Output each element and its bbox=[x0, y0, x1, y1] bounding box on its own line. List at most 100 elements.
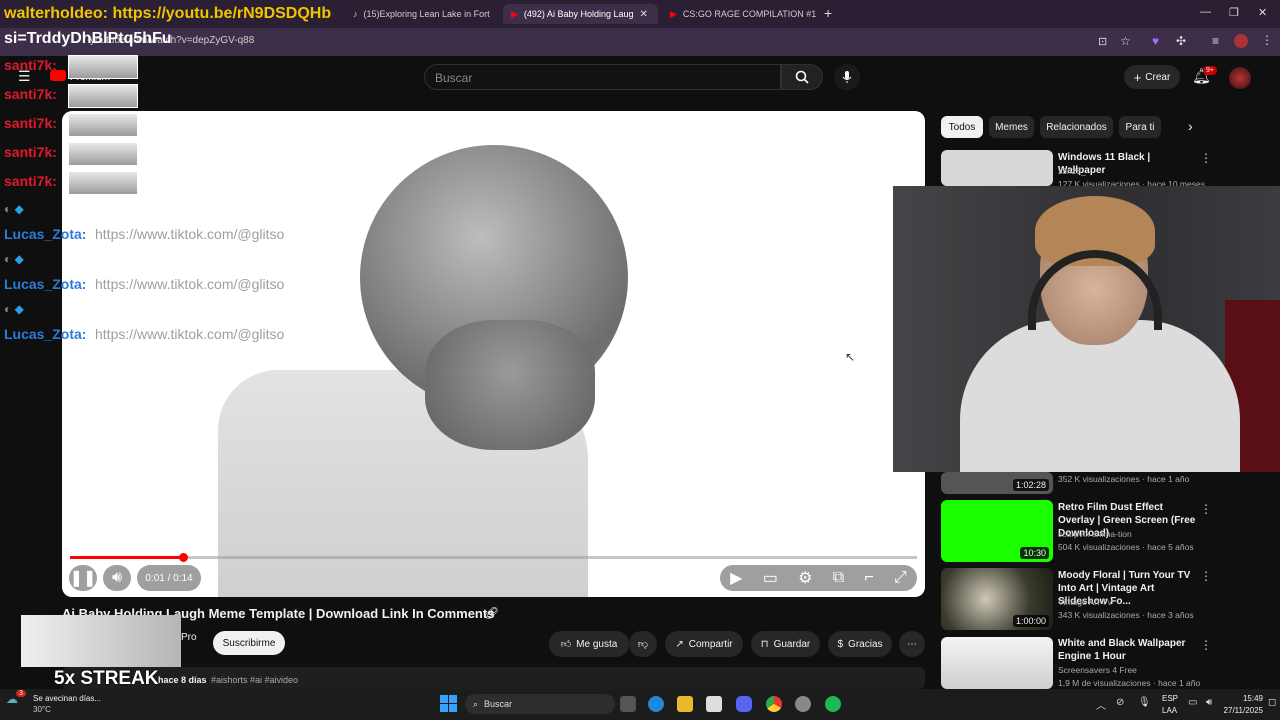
streak-overlay-text: 5x STREAK bbox=[54, 668, 159, 689]
language-code[interactable]: ESP bbox=[1162, 694, 1178, 703]
weather-temp: 30°C bbox=[33, 705, 51, 714]
account-avatar[interactable] bbox=[1229, 67, 1251, 89]
new-tab-button[interactable]: + bbox=[824, 5, 832, 21]
plus-icon: + bbox=[1133, 69, 1142, 85]
thumbs-up-icon: 👍︎ bbox=[560, 639, 572, 650]
create-button[interactable]: + Crear bbox=[1124, 65, 1180, 89]
rec-thumbnail[interactable]: 1:02:28 bbox=[941, 472, 1053, 494]
bookmark-star-icon[interactable]: ☆ bbox=[1120, 34, 1131, 48]
edge-icon[interactable] bbox=[648, 696, 664, 712]
tab-lean-lake[interactable]: ♪(15)Exploring Lean Lake in Fort✕ bbox=[345, 4, 495, 24]
more-icon[interactable]: ⋮ bbox=[1200, 151, 1212, 165]
install-icon[interactable]: ⊡ bbox=[1098, 35, 1107, 48]
mic-tray-icon[interactable]: 🎙︎ bbox=[1138, 697, 1151, 708]
miniplayer-icon[interactable]: ⧉ bbox=[833, 569, 844, 587]
subscribe-button[interactable]: Suscribirme bbox=[213, 631, 285, 655]
autoplay-icon[interactable]: ▶ bbox=[730, 568, 742, 588]
chip-relacionados[interactable]: Relacionados bbox=[1040, 116, 1113, 138]
volume-button[interactable]: 🔊︎ bbox=[103, 565, 131, 591]
network-icon[interactable]: ⊘ bbox=[1116, 697, 1124, 708]
menu-icon[interactable]: ⋮ bbox=[1261, 33, 1273, 47]
search-button[interactable] bbox=[781, 64, 823, 90]
chat-username: Lucas_Zota: bbox=[4, 326, 87, 342]
tab-csgo[interactable]: ▶CS:GO RAGE COMPILATION #1✕ bbox=[662, 4, 822, 24]
pause-button[interactable]: ❚❚ bbox=[69, 565, 97, 591]
media-icon[interactable]: ≡ bbox=[1212, 34, 1219, 48]
store-icon[interactable] bbox=[706, 696, 722, 712]
rec-channel[interactable]: Screensavers 4 Free bbox=[1058, 665, 1137, 675]
rec-channel[interactable]: Vintage Art TV bbox=[1058, 597, 1113, 607]
obs-icon[interactable] bbox=[795, 696, 811, 712]
profile-avatar[interactable] bbox=[1234, 34, 1248, 48]
progress-track[interactable] bbox=[70, 556, 917, 559]
minimize-icon[interactable]: — bbox=[1200, 6, 1211, 18]
rec-thumbnail[interactable]: 10:30 bbox=[941, 500, 1053, 562]
tray-chevron-icon[interactable]: ︿ bbox=[1096, 697, 1106, 712]
dislike-button[interactable]: 👎︎ bbox=[629, 631, 657, 657]
extension-icon[interactable]: ♥ bbox=[1152, 34, 1159, 48]
save-button[interactable]: ⊓ Guardar bbox=[751, 631, 820, 657]
chat-emote bbox=[68, 171, 138, 195]
youtube-icon: ▶ bbox=[511, 8, 518, 19]
rec-channel[interactable]: z3n28_ bbox=[1058, 166, 1086, 176]
more-icon[interactable]: ⋮ bbox=[1200, 638, 1212, 652]
chevron-right-icon[interactable]: › bbox=[1188, 118, 1193, 134]
chip-para-ti[interactable]: Para ti bbox=[1119, 116, 1161, 138]
close-icon[interactable]: ✕ bbox=[640, 9, 648, 20]
chat-emote bbox=[68, 142, 138, 166]
window-close-icon[interactable]: ✕ bbox=[1258, 6, 1267, 19]
discord-icon[interactable] bbox=[736, 696, 752, 712]
progress-scrubber[interactable] bbox=[178, 553, 188, 562]
rec-thumbnail[interactable] bbox=[941, 637, 1053, 689]
rec-thumbnail[interactable] bbox=[941, 150, 1053, 186]
restore-icon[interactable]: ❐ bbox=[1229, 6, 1239, 19]
search-input[interactable]: Buscar bbox=[424, 64, 781, 90]
weather-title[interactable]: Se avecinan días... bbox=[33, 694, 101, 703]
taskbar-search[interactable]: ⌕ Buscar bbox=[465, 694, 615, 714]
cast-icon[interactable]: ⌐ bbox=[864, 569, 873, 587]
subtitles-icon[interactable]: ▭ bbox=[763, 568, 778, 588]
like-label: Me gusta bbox=[576, 638, 618, 650]
voice-search-button[interactable] bbox=[834, 64, 860, 90]
tab-label: CS:GO RAGE COMPILATION #1 bbox=[682, 9, 817, 19]
task-view-icon[interactable] bbox=[620, 696, 636, 712]
hashtags[interactable]: #aishorts #ai #aivideo bbox=[211, 675, 298, 685]
microphone-icon bbox=[842, 71, 852, 83]
puzzle-icon[interactable]: ✣ bbox=[1176, 34, 1186, 48]
thanks-label: Gracias bbox=[848, 638, 883, 650]
time-text: 0:01 / 0:14 bbox=[145, 572, 193, 584]
settings-icon[interactable]: ⚙ bbox=[798, 568, 812, 588]
file-explorer-icon[interactable] bbox=[677, 696, 693, 712]
like-button[interactable]: 👍︎ Me gusta bbox=[549, 631, 629, 657]
thanks-button[interactable]: $ Gracias bbox=[828, 631, 892, 657]
chat-emote bbox=[68, 113, 138, 137]
rec-thumbnail[interactable]: 1:00:00 bbox=[941, 568, 1053, 630]
notification-center-icon[interactable]: ◻ bbox=[1268, 697, 1276, 708]
wifi-icon[interactable]: ▭ bbox=[1188, 697, 1197, 708]
start-button[interactable] bbox=[440, 695, 457, 712]
spotify-icon[interactable] bbox=[825, 696, 841, 712]
fullscreen-icon[interactable]: ⤢ bbox=[894, 569, 907, 587]
share-button[interactable]: ↗ Compartir bbox=[665, 631, 743, 657]
chip-todos[interactable]: Todos bbox=[941, 116, 983, 138]
more-icon[interactable]: ⋮ bbox=[1200, 569, 1212, 583]
clock-time[interactable]: 15:49 bbox=[1223, 694, 1263, 703]
chip-memes[interactable]: Memes bbox=[989, 116, 1034, 138]
tab-ai-baby[interactable]: ▶ (492) Ai Baby Holding Laug ✕ bbox=[503, 4, 658, 24]
chrome-icon[interactable] bbox=[766, 696, 782, 712]
more-actions-button[interactable]: ⋯ bbox=[899, 631, 925, 657]
rec-title[interactable]: White and Black Wallpaper Engine 1 Hour bbox=[1058, 637, 1198, 663]
progress-fill bbox=[70, 556, 183, 559]
chat-username: Lucas_Zota: bbox=[4, 276, 87, 292]
channel-name[interactable]: Pro bbox=[181, 632, 197, 643]
share-icon: ↗ bbox=[675, 638, 684, 650]
rec-channel[interactable]: scarpvfx anima-tion bbox=[1058, 529, 1132, 539]
volume-tray-icon[interactable]: 🔊︎ bbox=[1206, 697, 1212, 708]
rec-meta: 352 K visualizaciones · hace 1 año bbox=[1058, 474, 1190, 484]
chat-username: santi7k: bbox=[4, 86, 57, 102]
mouse-cursor-icon: ↖ bbox=[845, 350, 856, 364]
duration-badge: 1:02:28 bbox=[1012, 479, 1049, 491]
link-icon[interactable]: 🔗︎ bbox=[484, 606, 499, 620]
more-icon[interactable]: ⋮ bbox=[1200, 502, 1212, 516]
search-icon: ⌕ bbox=[473, 698, 479, 709]
